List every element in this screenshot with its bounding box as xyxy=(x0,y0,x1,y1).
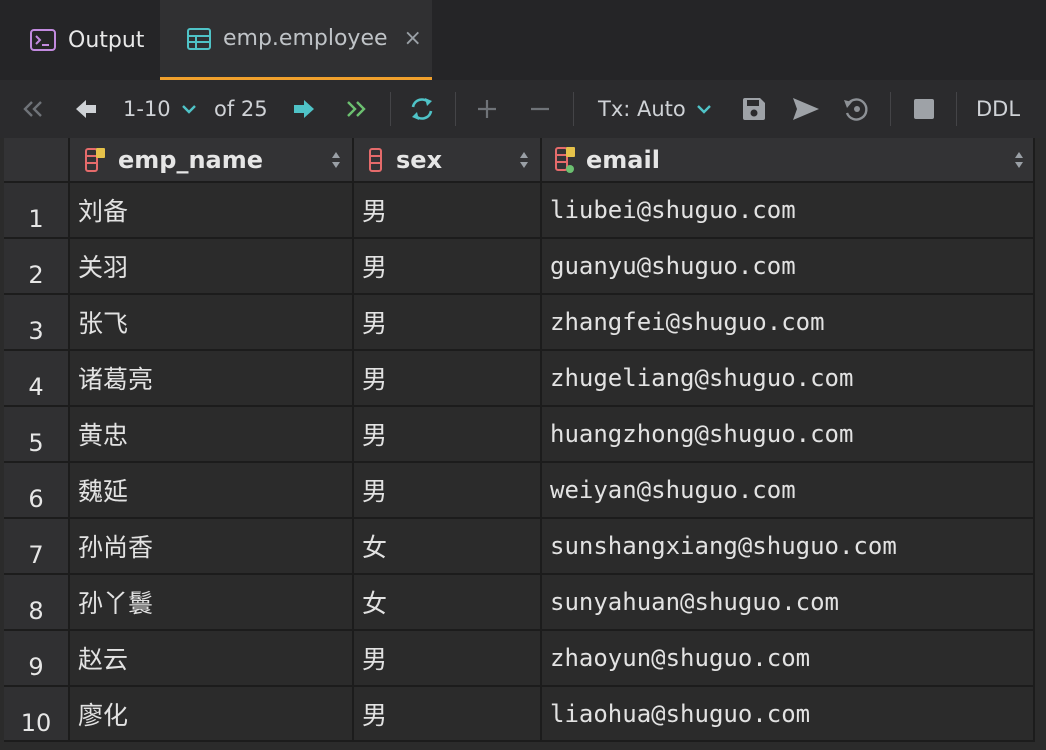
sort-icon[interactable] xyxy=(520,151,528,169)
tab-employee-label: emp.employee xyxy=(223,26,388,51)
column-header-label: sex xyxy=(396,145,443,174)
column-header-label: emp_name xyxy=(118,145,264,174)
column-header-emp-name[interactable]: emp_name xyxy=(70,138,354,181)
cell-sex[interactable]: 男 xyxy=(354,687,540,741)
column-icon xyxy=(368,147,384,173)
toolbar: 1-10 of 25 Tx: Auto DDL xyxy=(0,80,1046,138)
cell-emp-name[interactable]: 刘备 xyxy=(70,183,352,237)
column-header-sex[interactable]: sex xyxy=(354,138,542,181)
chevron-down-icon xyxy=(181,104,197,114)
row-number: 2 xyxy=(4,239,68,293)
cell-sex[interactable]: 男 xyxy=(354,631,540,685)
grid-line xyxy=(1033,138,1035,742)
terminal-icon xyxy=(30,29,56,51)
row-number-header xyxy=(4,138,70,181)
cell-email[interactable]: sunyahuan@shuguo.com xyxy=(542,575,1033,629)
cell-email[interactable]: sunshangxiang@shuguo.com xyxy=(542,519,1033,573)
sort-icon[interactable] xyxy=(332,151,340,169)
cell-emp-name[interactable]: 关羽 xyxy=(70,239,352,293)
column-header-email[interactable]: email xyxy=(542,138,1035,181)
data-grid: emp_name sex email 1 刘备 男 liubei@shuguo.… xyxy=(4,138,1035,742)
table-icon xyxy=(187,27,211,50)
close-icon[interactable]: × xyxy=(404,26,422,51)
cell-emp-name[interactable]: 魏延 xyxy=(70,463,352,517)
row-number: 8 xyxy=(4,575,68,629)
sort-icon[interactable] xyxy=(1015,151,1023,169)
cell-email[interactable]: zhaoyun@shuguo.com xyxy=(542,631,1033,685)
revert-icon[interactable] xyxy=(842,80,870,138)
cell-emp-name[interactable]: 廖化 xyxy=(70,687,352,741)
indexed-column-icon xyxy=(554,146,576,174)
row-number: 7 xyxy=(4,519,68,573)
cell-sex[interactable]: 男 xyxy=(354,295,540,349)
stop-icon[interactable] xyxy=(913,80,935,138)
row-number: 4 xyxy=(4,351,68,405)
add-row-icon[interactable] xyxy=(476,80,498,138)
tab-bar: Output emp.employee × xyxy=(0,0,1046,80)
cell-sex[interactable]: 男 xyxy=(354,183,540,237)
toolbar-divider xyxy=(573,92,574,126)
row-number: 6 xyxy=(4,463,68,517)
cell-emp-name[interactable]: 孙丫鬟 xyxy=(70,575,352,629)
tab-output-label: Output xyxy=(68,27,145,53)
previous-page-icon[interactable] xyxy=(74,80,98,138)
cell-email[interactable]: guanyu@shuguo.com xyxy=(542,239,1033,293)
row-number: 10 xyxy=(4,687,68,741)
chevron-down-icon xyxy=(696,104,712,114)
cell-sex[interactable]: 男 xyxy=(354,351,540,405)
cell-email[interactable]: huangzhong@shuguo.com xyxy=(542,407,1033,461)
row-number: 5 xyxy=(4,407,68,461)
cell-email[interactable]: liaohua@shuguo.com xyxy=(542,687,1033,741)
cell-sex[interactable]: 男 xyxy=(354,407,540,461)
key-column-icon xyxy=(84,147,106,173)
cell-sex[interactable]: 女 xyxy=(354,519,540,573)
cell-sex[interactable]: 男 xyxy=(354,463,540,517)
cell-sex[interactable]: 男 xyxy=(354,239,540,293)
cell-email[interactable]: liubei@shuguo.com xyxy=(542,183,1033,237)
row-number: 1 xyxy=(4,183,68,237)
cell-emp-name[interactable]: 张飞 xyxy=(70,295,352,349)
cell-emp-name[interactable]: 赵云 xyxy=(70,631,352,685)
toolbar-divider xyxy=(455,92,456,126)
transaction-mode-dropdown[interactable]: Tx: Auto xyxy=(598,80,712,138)
refresh-icon[interactable] xyxy=(409,80,435,138)
save-icon[interactable] xyxy=(741,80,767,138)
cell-email[interactable]: zhangfei@shuguo.com xyxy=(542,295,1033,349)
page-range-label: 1-10 xyxy=(123,97,171,121)
delete-row-icon[interactable] xyxy=(529,80,551,138)
transaction-mode-label: Tx: Auto xyxy=(598,97,686,121)
page-range-dropdown[interactable]: 1-10 xyxy=(123,80,197,138)
cell-emp-name[interactable]: 孙尚香 xyxy=(70,519,352,573)
tab-output[interactable]: Output xyxy=(0,0,160,80)
column-header-label: email xyxy=(586,145,660,174)
cell-emp-name[interactable]: 诸葛亮 xyxy=(70,351,352,405)
toolbar-divider xyxy=(890,92,891,126)
submit-icon[interactable] xyxy=(791,80,821,138)
grid-line xyxy=(4,740,1035,742)
toolbar-divider xyxy=(956,92,957,126)
total-count: of 25 xyxy=(214,97,268,121)
tab-employee[interactable]: emp.employee × xyxy=(160,0,432,80)
cell-emp-name[interactable]: 黄忠 xyxy=(70,407,352,461)
next-page-icon[interactable] xyxy=(292,80,316,138)
cell-sex[interactable]: 女 xyxy=(354,575,540,629)
row-number: 9 xyxy=(4,631,68,685)
row-number: 3 xyxy=(4,295,68,349)
cell-email[interactable]: zhugeliang@shuguo.com xyxy=(542,351,1033,405)
toolbar-divider xyxy=(390,92,391,126)
last-page-icon[interactable] xyxy=(345,80,367,138)
cell-email[interactable]: weiyan@shuguo.com xyxy=(542,463,1033,517)
first-page-icon[interactable] xyxy=(22,80,44,138)
ddl-button[interactable]: DDL xyxy=(976,80,1020,138)
